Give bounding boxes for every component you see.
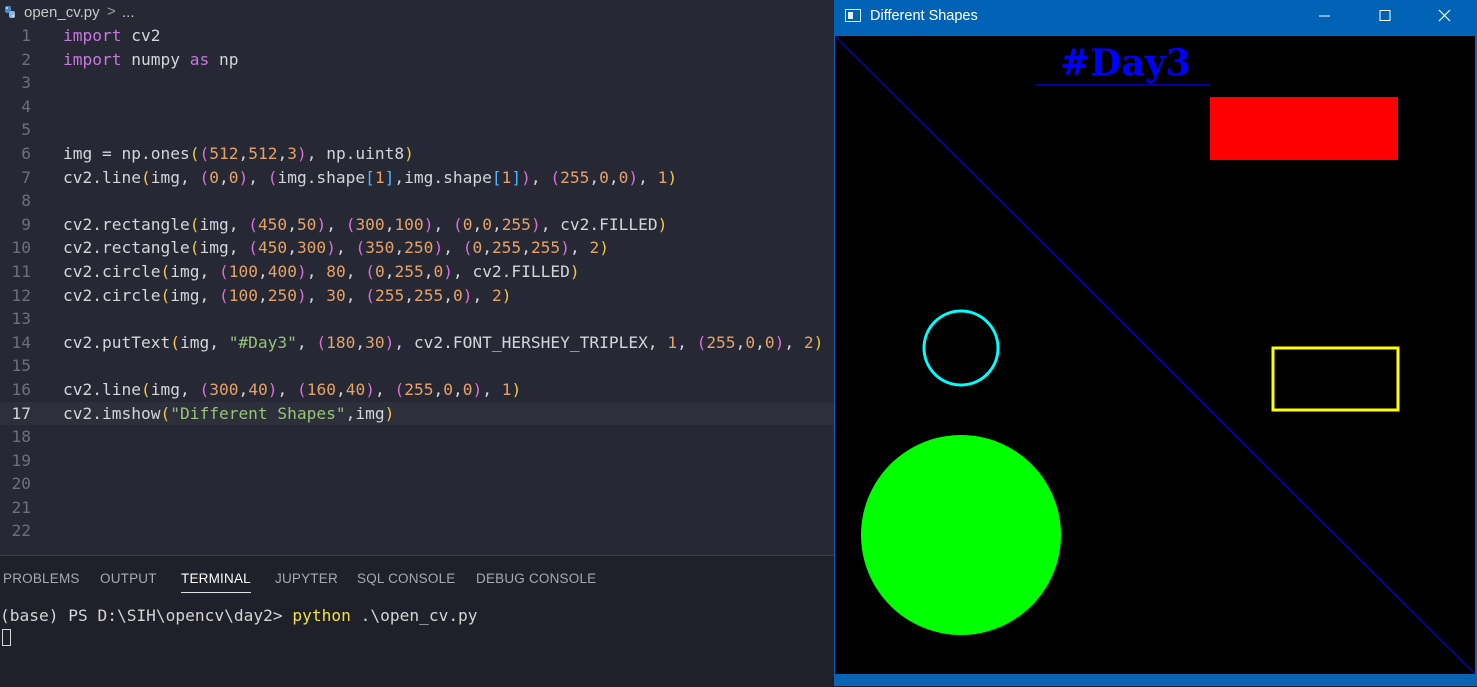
code-line[interactable]: 5: [0, 118, 834, 142]
tab-debug-console[interactable]: DEBUG CONSOLE: [476, 571, 596, 586]
breadcrumb: open_cv.py > ...: [0, 0, 834, 26]
breadcrumb-more[interactable]: ...: [122, 4, 135, 21]
code-line[interactable]: 2 import numpy as np: [0, 48, 834, 72]
terminal-command: python: [292, 606, 351, 625]
line-number: 9: [21, 214, 31, 234]
line-number: 13: [11, 309, 32, 329]
terminal-output[interactable]: (base) PS D:\SIH\opencv\day2> python .\o…: [0, 606, 478, 625]
close-button[interactable]: [1422, 0, 1468, 32]
code-line[interactable]: 4: [0, 95, 834, 119]
code-text[interactable]: cv2.circle(img, (100,250), 30, (255,255,…: [63, 284, 511, 308]
code-line[interactable]: 14 cv2.putText(img, "#Day3", (180,30), cv…: [0, 331, 834, 355]
code-text[interactable]: cv2.putText(img, "#Day3", (180,30), cv2.…: [63, 331, 823, 355]
tab-problems[interactable]: PROBLEMS: [3, 571, 80, 586]
code-text[interactable]: cv2.line(img, (0,0), (img.shape[1],img.s…: [63, 166, 677, 190]
code-text[interactable]: cv2.line(img, (300,40), (160,40), (255,0…: [63, 378, 521, 402]
code-line[interactable]: 13: [0, 307, 834, 331]
breadcrumb-separator: >: [107, 3, 116, 20]
code-text[interactable]: import cv2: [63, 24, 160, 48]
code-line[interactable]: 17 cv2.imshow("Different Shapes",img): [0, 401, 834, 426]
code-text[interactable]: cv2.rectangle(img, (450,300), (350,250),…: [63, 236, 609, 260]
tab-terminal[interactable]: TERMINAL: [181, 571, 251, 593]
bottom-panel: PROBLEMS OUTPUT TERMINAL JUPYTER SQL CONSOLE…: [0, 555, 834, 687]
code-line[interactable]: 15: [0, 354, 834, 378]
line-number: 22: [11, 521, 32, 541]
code-line[interactable]: 3: [0, 71, 834, 95]
maximize-button[interactable]: [1362, 0, 1408, 32]
line-number: 2: [21, 49, 31, 69]
line-number: 1: [21, 26, 31, 45]
code-text[interactable]: cv2.rectangle(img, (450,50), (300,100), …: [63, 213, 667, 237]
minimize-button[interactable]: [1302, 0, 1348, 32]
line-number: 10: [11, 238, 32, 258]
code-line[interactable]: 9 cv2.rectangle(img, (450,50), (300,100),…: [0, 213, 834, 237]
opencv-window[interactable]: Different Shapes #Day3: [834, 0, 1477, 686]
terminal-args: .\open_cv.py: [350, 606, 478, 625]
code-line[interactable]: 7 cv2.line(img, (0,0), (img.shape[1],img.…: [0, 166, 834, 190]
line-number: 20: [11, 474, 32, 494]
code-line[interactable]: 6 img = np.ones((512,512,3), np.uint8): [0, 142, 834, 166]
code-line[interactable]: 12 cv2.circle(img, (100,250), 30, (255,25…: [0, 284, 834, 308]
line-number: 17: [11, 403, 32, 423]
terminal-cursor: [2, 629, 11, 646]
line-number: 15: [11, 356, 32, 376]
line-number: 19: [11, 450, 32, 470]
code-line[interactable]: 1 import cv2: [0, 24, 834, 48]
code-line[interactable]: 16 cv2.line(img, (300,40), (160,40), (255…: [0, 378, 834, 402]
line-number: 18: [11, 427, 32, 447]
line-number: 16: [11, 379, 32, 399]
code-line[interactable]: 20: [0, 472, 834, 496]
tab-output[interactable]: OUTPUT: [100, 571, 157, 586]
code-line[interactable]: 10 cv2.rectangle(img, (450,300), (350,250…: [0, 236, 834, 260]
line-number: 5: [21, 120, 31, 140]
image-canvas: #Day3: [835, 36, 1475, 674]
code-line[interactable]: 21: [0, 496, 834, 520]
canvas-text: #Day3: [1060, 42, 1191, 84]
window-app-icon: [845, 9, 861, 22]
line-number: 7: [21, 167, 31, 187]
line-number: 8: [21, 191, 31, 211]
code-editor[interactable]: open_cv.py > ... 1 import cv2 2 import nump…: [0, 0, 834, 555]
terminal-prompt: (base) PS D:\SIH\opencv\day2>: [0, 606, 293, 625]
tab-sql-console[interactable]: SQL CONSOLE: [357, 571, 455, 586]
filled-circle: [861, 435, 1061, 635]
python-file-icon: [5, 6, 15, 18]
code-text[interactable]: cv2.imshow("Different Shapes",img): [63, 402, 394, 426]
window-title: Different Shapes: [870, 8, 978, 24]
tab-jupyter[interactable]: JUPYTER: [275, 571, 338, 586]
filled-rectangle: [1210, 97, 1398, 160]
line-number: 12: [11, 285, 32, 305]
code-line[interactable]: 8: [0, 189, 834, 213]
code-line[interactable]: 19: [0, 449, 834, 473]
code-text[interactable]: img = np.ones((512,512,3), np.uint8): [63, 142, 414, 166]
breadcrumb-file[interactable]: open_cv.py: [24, 4, 100, 21]
line-number: 6: [21, 143, 31, 163]
window-titlebar[interactable]: Different Shapes: [834, 0, 1477, 35]
line-number: 21: [11, 497, 32, 517]
line-number: 3: [21, 73, 31, 93]
code-text[interactable]: cv2.circle(img, (100,400), 80, (0,255,0)…: [63, 260, 580, 284]
code-line[interactable]: 22: [0, 519, 834, 543]
line-number: 11: [11, 261, 32, 281]
code-lines[interactable]: 1 import cv2 2 import numpy as np 3 4 5 6 img = …: [0, 24, 834, 543]
code-line[interactable]: 18: [0, 425, 834, 449]
code-text[interactable]: import numpy as np: [63, 48, 238, 72]
line-number: 14: [11, 332, 32, 352]
line-number: 4: [21, 96, 31, 116]
code-line[interactable]: 11 cv2.circle(img, (100,400), 80, (0,255,…: [0, 260, 834, 284]
